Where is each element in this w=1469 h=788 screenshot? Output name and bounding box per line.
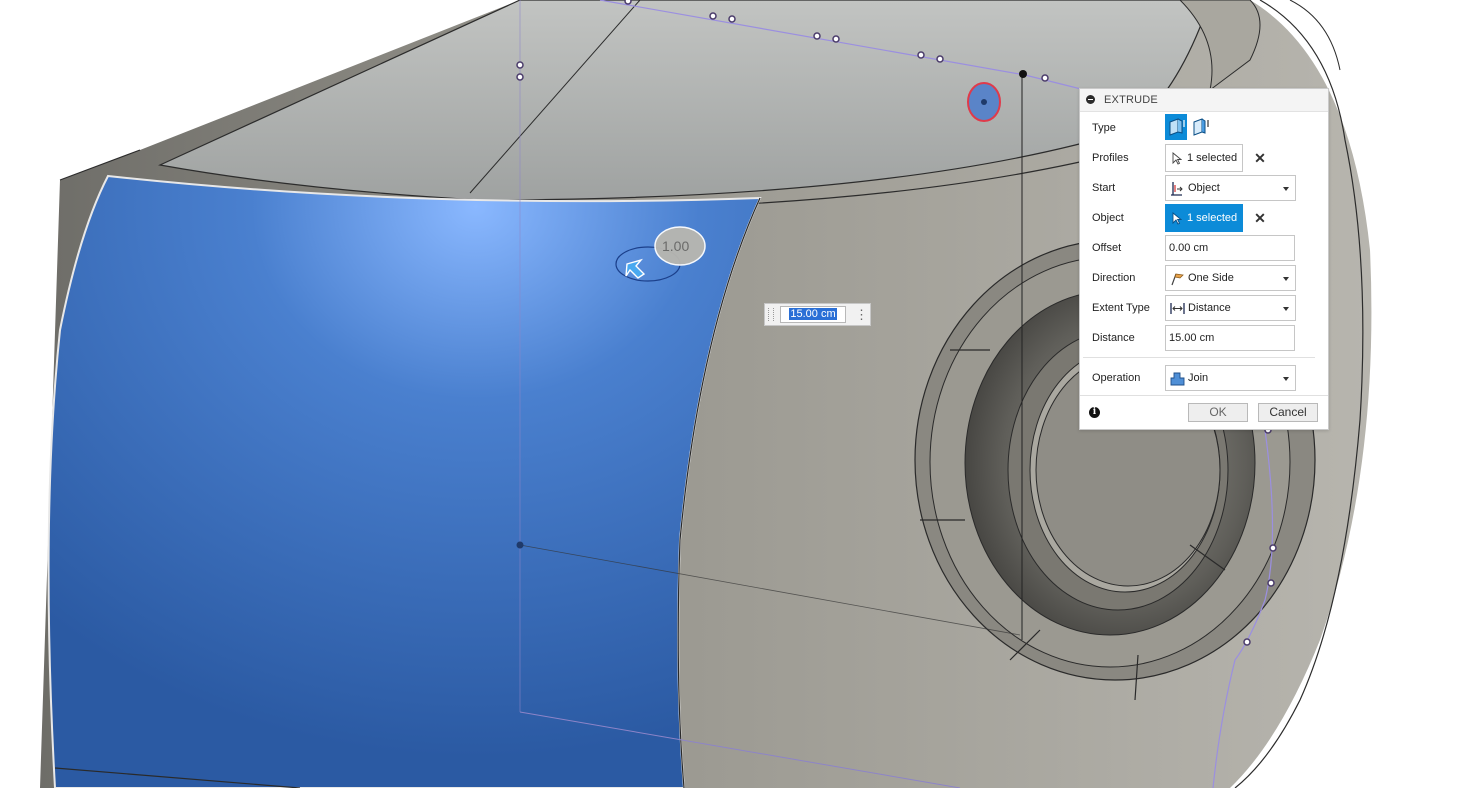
thin-extrude-icon[interactable] xyxy=(1189,114,1211,140)
ok-button[interactable]: OK xyxy=(1188,403,1248,422)
join-operation-icon xyxy=(1170,372,1185,386)
one-side-direction-icon xyxy=(1171,273,1184,286)
dialog-title: EXTRUDE xyxy=(1104,94,1158,106)
drag-grip[interactable] xyxy=(768,308,774,321)
start-dropdown[interactable]: Object xyxy=(1165,175,1296,201)
clear-object-icon[interactable]: ✕ xyxy=(1254,211,1266,225)
distance-heads-up-input[interactable]: 15.00 cm ⋮ xyxy=(764,303,871,326)
solid-extrude-icon[interactable] xyxy=(1165,114,1187,140)
object-select-button[interactable]: 1 selected xyxy=(1165,204,1243,232)
dialog-title-bar[interactable]: EXTRUDE xyxy=(1080,89,1328,112)
direction-label: Direction xyxy=(1092,272,1136,284)
distance-value-field[interactable]: 15.00 cm xyxy=(780,306,846,323)
clear-profiles-icon[interactable]: ✕ xyxy=(1254,151,1266,165)
extrude-dialog: EXTRUDE Type Profiles 1 selected ✕ Start… xyxy=(1079,88,1329,430)
info-icon[interactable]: i xyxy=(1089,407,1100,418)
divider xyxy=(1080,395,1328,396)
manipulator-label: 1.00 xyxy=(662,238,689,254)
profiles-select-button[interactable]: 1 selected xyxy=(1165,144,1243,172)
distance-label: Distance xyxy=(1092,332,1135,344)
sketch-point-mid xyxy=(516,541,524,549)
cursor-icon xyxy=(1172,152,1182,165)
chevron-down-icon xyxy=(1283,307,1289,311)
offset-input[interactable]: 0.00 cm xyxy=(1165,235,1295,261)
offset-label: Offset xyxy=(1092,242,1122,254)
extent-type-dropdown[interactable]: Distance xyxy=(1165,295,1296,321)
extent-type-label: Extent Type xyxy=(1092,302,1150,314)
selected-face xyxy=(47,174,762,788)
sketch-origin xyxy=(1019,70,1027,78)
operation-dropdown[interactable]: Join xyxy=(1165,365,1296,391)
start-label: Start xyxy=(1092,182,1116,194)
start-object-icon xyxy=(1171,182,1183,196)
chevron-down-icon xyxy=(1283,377,1289,381)
cancel-button[interactable]: Cancel xyxy=(1258,403,1318,422)
distance-input[interactable]: 15.00 cm xyxy=(1165,325,1295,351)
divider xyxy=(1083,357,1315,358)
object-label: Object xyxy=(1092,212,1124,224)
operation-label: Operation xyxy=(1092,372,1141,384)
collapse-icon[interactable] xyxy=(1086,95,1095,104)
direction-dropdown[interactable]: One Side xyxy=(1165,265,1296,291)
distance-extent-icon xyxy=(1170,303,1185,314)
type-label: Type xyxy=(1092,122,1116,134)
cursor-icon xyxy=(1172,212,1182,225)
chevron-down-icon xyxy=(1283,277,1289,281)
chevron-down-icon xyxy=(1283,187,1289,191)
profiles-label: Profiles xyxy=(1092,152,1129,164)
more-options-icon[interactable]: ⋮ xyxy=(855,307,868,323)
